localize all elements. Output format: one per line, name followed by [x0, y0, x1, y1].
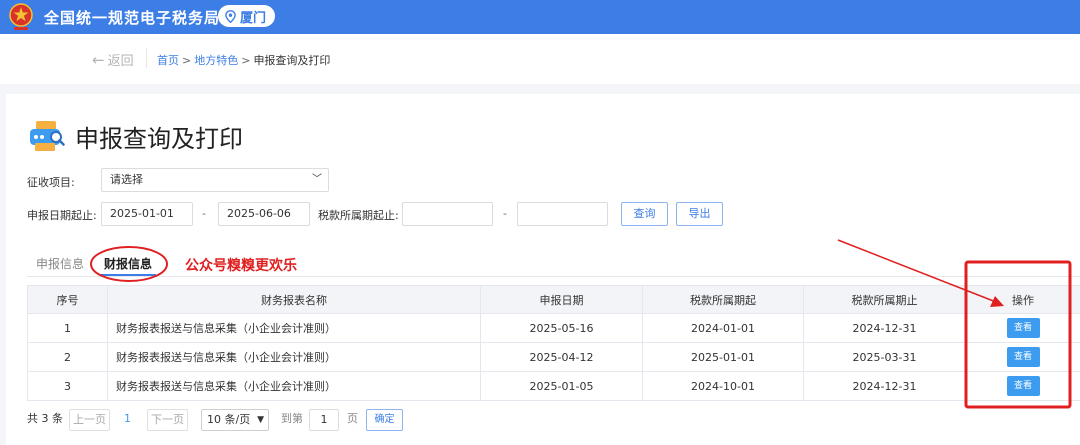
- col-header-report-name: 财务报表名称: [107, 285, 481, 314]
- breadcrumb-local-features[interactable]: 地方特色: [194, 54, 238, 67]
- range-separator: -: [503, 207, 507, 220]
- tax-emblem-icon: [9, 3, 33, 30]
- page-size-select[interactable]: 10 条/页 ▼: [201, 409, 269, 431]
- cell-period-start: 2024-10-01: [642, 371, 804, 401]
- location-pin-icon: [225, 9, 236, 23]
- arrow-left-icon: ←: [92, 50, 105, 69]
- breadcrumb-home[interactable]: 首页: [157, 54, 179, 67]
- top-bar: 全国统一规范电子税务局 厦门: [0, 0, 1080, 34]
- cell-action: 查看: [965, 313, 1080, 343]
- page-title: 申报查询及打印: [75, 125, 243, 153]
- cell-period-end: 2025-03-31: [803, 342, 966, 372]
- table-header-row: 序号 财务报表名称 申报日期 税款所属期起 税款所属期止 操作: [27, 285, 1080, 314]
- tax-period-label: 税款所属期起止:: [318, 209, 399, 222]
- tab-declaration-info[interactable]: 申报信息: [36, 255, 84, 272]
- table-row: 2 财务报表报送与信息采集（小企业会计准则） 2025-04-12 2025-0…: [27, 342, 1080, 372]
- financial-report-table: 序号 财务报表名称 申报日期 税款所属期起 税款所属期止 操作 1 财务报表报送…: [27, 285, 1080, 401]
- cell-action: 查看: [965, 342, 1080, 372]
- col-header-action: 操作: [965, 285, 1080, 314]
- view-button[interactable]: 查看: [1006, 347, 1040, 367]
- col-header-index: 序号: [27, 285, 108, 314]
- view-button[interactable]: 查看: [1006, 318, 1040, 338]
- cell-declare-date: 2025-05-16: [480, 313, 643, 343]
- declare-date-label: 申报日期起止:: [27, 209, 97, 222]
- app-title: 全国统一规范电子税务局: [44, 9, 221, 27]
- region-label: 厦门: [240, 10, 267, 26]
- cell-index: 1: [27, 313, 108, 343]
- cell-index: 2: [27, 342, 108, 372]
- col-header-period-end: 税款所属期止: [803, 285, 966, 314]
- chevron-down-icon: ﹀: [312, 174, 322, 185]
- region-selector[interactable]: 厦门: [218, 5, 276, 27]
- levy-item-select[interactable]: 请选择 ﹀: [101, 168, 329, 192]
- levy-item-label: 征收项目:: [27, 176, 75, 189]
- levy-item-value: 请选择: [110, 173, 143, 186]
- breadcrumb-separator: >: [182, 54, 192, 67]
- page-size-value: 10 条/页: [207, 413, 251, 426]
- query-button[interactable]: 查询: [621, 202, 668, 226]
- breadcrumb-current: 申报查询及打印: [253, 54, 331, 67]
- export-button[interactable]: 导出: [676, 202, 723, 226]
- declare-date-to-input[interactable]: 2025-06-06: [218, 202, 310, 226]
- watermark-annotation: 公众号糗糗更欢乐: [185, 258, 297, 274]
- tax-period-from-input[interactable]: [402, 202, 493, 226]
- cell-period-end: 2024-12-31: [803, 371, 966, 401]
- cell-report-name: 财务报表报送与信息采集（小企业会计准则）: [107, 313, 481, 343]
- col-header-period-start: 税款所属期起: [642, 285, 804, 314]
- cell-index: 3: [27, 371, 108, 401]
- goto-prefix: 到第: [281, 412, 303, 425]
- view-button[interactable]: 查看: [1006, 376, 1040, 396]
- tabs-divider: [27, 276, 1080, 277]
- print-search-icon: [30, 121, 65, 151]
- range-separator: -: [202, 207, 206, 220]
- current-page[interactable]: 1: [124, 412, 131, 425]
- tax-period-to-input[interactable]: [517, 202, 608, 226]
- breadcrumb: 首页 > 地方特色 > 申报查询及打印: [157, 52, 330, 68]
- breadcrumb-separator: >: [241, 54, 251, 67]
- cell-period-start: 2024-01-01: [642, 313, 804, 343]
- total-count: 共 3 条: [27, 412, 63, 425]
- cell-period-end: 2024-12-31: [803, 313, 966, 343]
- nav-divider: [146, 48, 147, 68]
- col-header-declare-date: 申报日期: [480, 285, 643, 314]
- tab-financial-report-info[interactable]: 财报信息: [104, 255, 152, 272]
- goto-suffix: 页: [347, 412, 358, 425]
- chevron-down-icon: ▼: [257, 415, 264, 425]
- back-button[interactable]: ← 返回: [92, 50, 134, 70]
- cell-declare-date: 2025-01-05: [480, 371, 643, 401]
- next-page-button[interactable]: 下一页: [147, 409, 188, 431]
- nav-bar: ← 返回 首页 > 地方特色 > 申报查询及打印: [0, 34, 1080, 84]
- cell-report-name: 财务报表报送与信息采集（小企业会计准则）: [107, 371, 481, 401]
- cell-action: 查看: [965, 371, 1080, 401]
- table-row: 3 财务报表报送与信息采集（小企业会计准则） 2025-01-05 2024-1…: [27, 371, 1080, 401]
- cell-declare-date: 2025-04-12: [480, 342, 643, 372]
- cell-report-name: 财务报表报送与信息采集（小企业会计准则）: [107, 342, 481, 372]
- goto-confirm-button[interactable]: 确定: [366, 409, 403, 431]
- goto-page-input[interactable]: 1: [309, 409, 339, 431]
- table-row: 1 财务报表报送与信息采集（小企业会计准则） 2025-05-16 2024-0…: [27, 313, 1080, 343]
- back-label: 返回: [107, 54, 134, 69]
- cell-period-start: 2025-01-01: [642, 342, 804, 372]
- prev-page-button[interactable]: 上一页: [69, 409, 110, 431]
- declare-date-from-input[interactable]: 2025-01-01: [101, 202, 193, 226]
